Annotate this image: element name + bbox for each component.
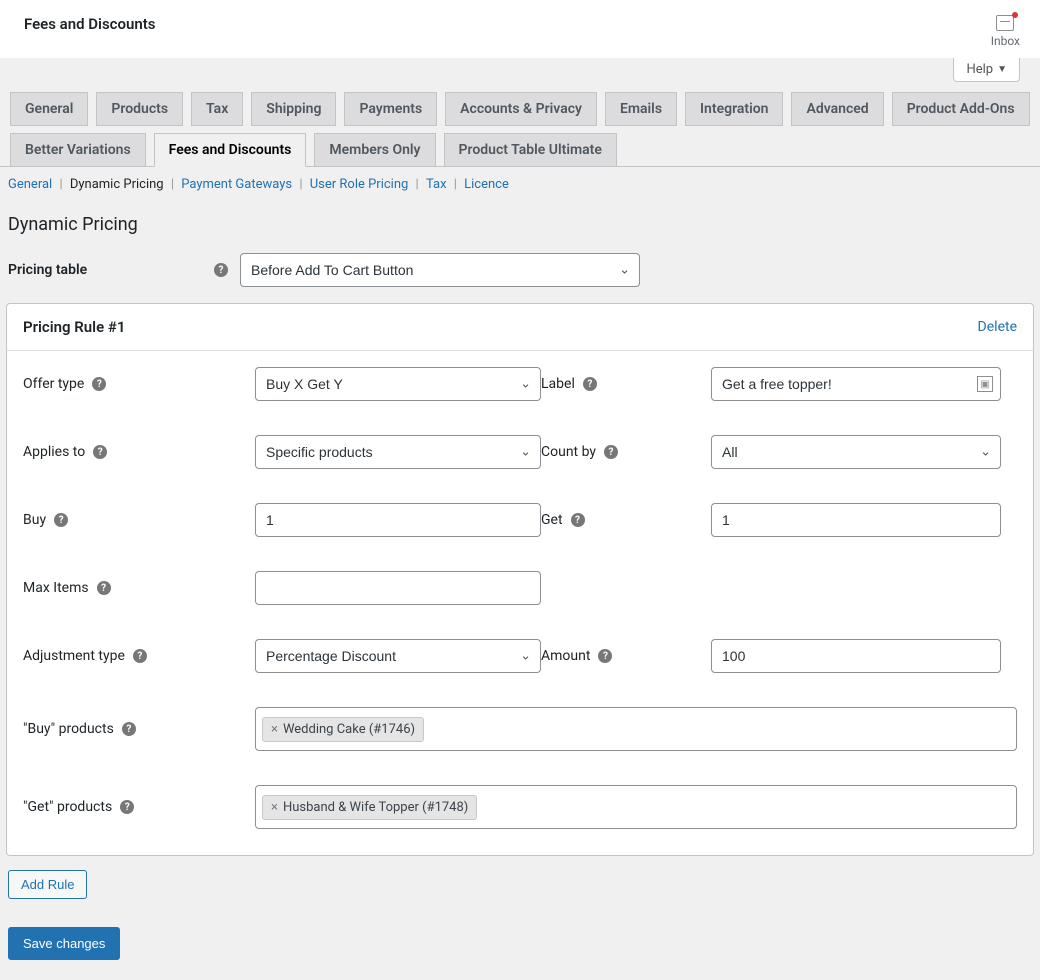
help-icon[interactable]: ? — [604, 445, 618, 459]
help-icon[interactable]: ? — [93, 445, 107, 459]
product-token[interactable]: ×Husband & Wife Topper (#1748) — [262, 795, 477, 820]
adjustment-type-select[interactable]: Percentage Discount — [255, 639, 541, 673]
nav-tab[interactable]: Integration — [685, 92, 783, 126]
sub-nav-link[interactable]: Payment Gateways — [181, 177, 292, 192]
help-icon[interactable]: ? — [122, 722, 136, 736]
amount-label: Amount ? — [541, 648, 711, 664]
get-input[interactable] — [711, 503, 1001, 537]
product-token[interactable]: ×Wedding Cake (#1746) — [262, 717, 424, 742]
offer-type-select[interactable]: Buy X Get Y — [255, 367, 541, 401]
remove-token-icon[interactable]: × — [271, 800, 278, 815]
buy-products-label: "Buy" products ? — [23, 707, 255, 751]
offer-type-label: Offer type ? — [23, 376, 255, 392]
amount-input[interactable] — [711, 639, 1001, 673]
help-icon[interactable]: ? — [571, 513, 585, 527]
count-by-label: Count by ? — [541, 444, 711, 460]
get-label: Get ? — [541, 512, 711, 528]
help-label: Help — [966, 62, 993, 77]
pricing-table-select[interactable]: Before Add To Cart Button — [240, 253, 640, 287]
sub-nav: General | Dynamic Pricing | Payment Gate… — [0, 167, 1040, 202]
label-field-label: Label ? — [541, 376, 711, 392]
nav-tab[interactable]: Tax — [191, 92, 243, 126]
adjustment-type-label: Adjustment type ? — [23, 648, 255, 664]
page-title: Fees and Discounts — [24, 15, 155, 33]
help-tab[interactable]: Help ▼ — [953, 58, 1020, 82]
sub-nav-current: Dynamic Pricing — [70, 177, 164, 192]
help-icon[interactable]: ? — [214, 263, 228, 277]
help-icon[interactable]: ? — [97, 581, 111, 595]
sub-nav-link[interactable]: Tax — [426, 177, 447, 192]
help-icon[interactable]: ? — [583, 377, 597, 391]
sub-nav-link[interactable]: User Role Pricing — [310, 177, 409, 192]
nav-tab[interactable]: Advanced — [791, 92, 883, 126]
sub-nav-link[interactable]: General — [8, 177, 52, 192]
inbox-label: Inbox — [991, 34, 1020, 48]
help-icon[interactable]: ? — [54, 513, 68, 527]
nav-tab[interactable]: Emails — [605, 92, 677, 126]
remove-token-icon[interactable]: × — [271, 722, 278, 737]
nav-tab[interactable]: Members Only — [314, 133, 435, 167]
nav-tab[interactable]: Product Add-Ons — [892, 92, 1030, 126]
nav-tab[interactable]: Product Table Ultimate — [444, 133, 617, 167]
inbox-button[interactable]: Inbox — [991, 15, 1020, 48]
buy-label: Buy ? — [23, 512, 255, 528]
sub-nav-link[interactable]: Licence — [464, 177, 509, 192]
help-icon[interactable]: ? — [598, 649, 612, 663]
inbox-icon — [996, 15, 1014, 31]
label-input[interactable] — [711, 367, 1001, 401]
delete-rule-link[interactable]: Delete — [978, 319, 1017, 335]
nav-tab[interactable]: Shipping — [251, 92, 336, 126]
nav-tab[interactable]: Better Variations — [10, 133, 146, 167]
count-by-select[interactable]: All — [711, 435, 1001, 469]
help-icon[interactable]: ? — [92, 377, 106, 391]
buy-products-input[interactable]: ×Wedding Cake (#1746) — [255, 707, 1017, 751]
get-products-label: "Get" products ? — [23, 785, 255, 829]
nav-tab[interactable]: Accounts & Privacy — [445, 92, 597, 126]
primary-nav: GeneralProductsTaxShippingPaymentsAccoun… — [0, 82, 1040, 167]
pricing-table-label: Pricing table ? — [8, 262, 240, 278]
applies-to-select[interactable]: Specific products — [255, 435, 541, 469]
get-products-input[interactable]: ×Husband & Wife Topper (#1748) — [255, 785, 1017, 829]
chevron-down-icon: ▼ — [997, 64, 1007, 75]
nav-tab[interactable]: Products — [96, 92, 183, 126]
pricing-rule-panel: Pricing Rule #1 Delete Offer type ? Buy … — [6, 303, 1034, 856]
add-rule-button[interactable]: Add Rule — [8, 870, 87, 899]
rule-title: Pricing Rule #1 — [23, 318, 125, 336]
help-icon[interactable]: ? — [133, 649, 147, 663]
buy-input[interactable] — [255, 503, 541, 537]
help-icon[interactable]: ? — [120, 800, 134, 814]
max-items-label: Max Items ? — [23, 580, 255, 596]
nav-tab[interactable]: General — [10, 92, 88, 126]
nav-tab[interactable]: Fees and Discounts — [154, 133, 307, 167]
nav-tab[interactable]: Payments — [344, 92, 437, 126]
section-heading: Dynamic Pricing — [0, 202, 1040, 253]
applies-to-label: Applies to ? — [23, 444, 255, 460]
save-changes-button[interactable]: Save changes — [8, 927, 120, 960]
input-indicator-icon: ▣ — [977, 376, 993, 392]
max-items-input[interactable] — [255, 571, 541, 605]
